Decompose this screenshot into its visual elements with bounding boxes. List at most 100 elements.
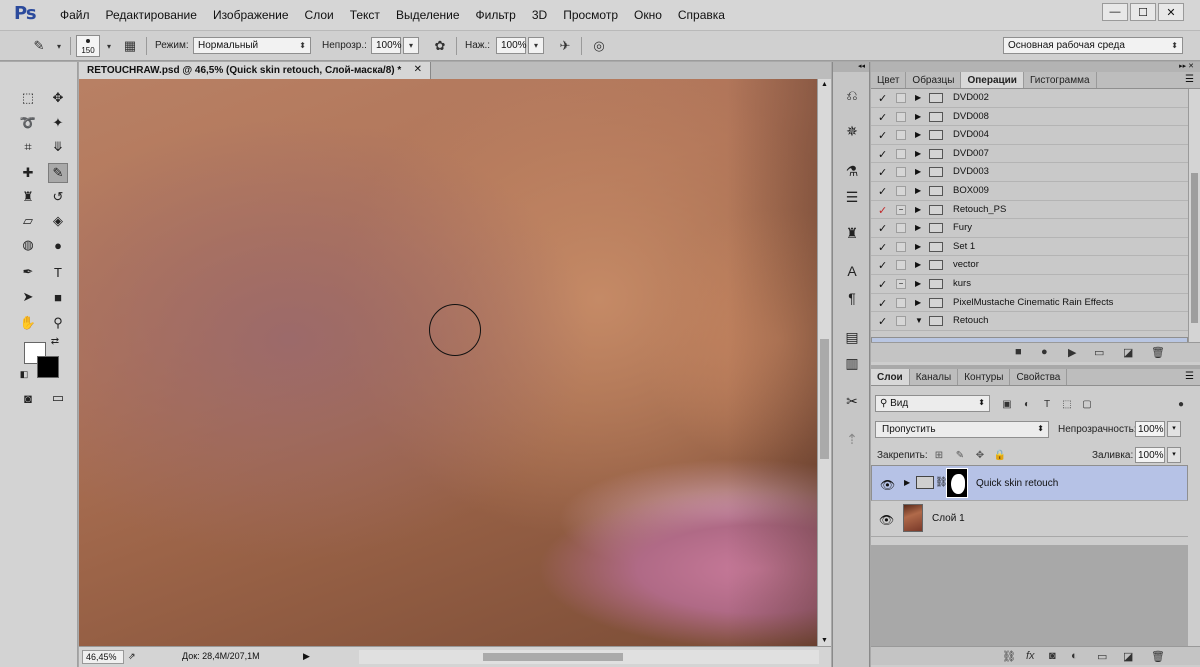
toggle-checkmark-icon[interactable]: ✓	[878, 111, 887, 124]
collapse-arrow-icon[interactable]: ▼	[915, 316, 923, 325]
brush-picker-dropdown-icon[interactable]: ▾	[100, 38, 118, 54]
lasso-tool-icon[interactable]: ➰	[18, 113, 38, 133]
expand-arrow-icon[interactable]: ▶	[915, 149, 921, 158]
flow-input[interactable]: 100%	[496, 37, 527, 54]
minimize-icon[interactable]: —	[1102, 3, 1128, 21]
history-panel-icon[interactable]: ⎌	[841, 84, 863, 106]
dock-collapse-icon[interactable]: ◂◂	[833, 62, 869, 72]
dialog-toggle-icon[interactable]	[896, 223, 906, 234]
filter-pixel-icon[interactable]: ▣	[999, 396, 1015, 412]
default-colors-icon[interactable]: ◧	[18, 368, 30, 380]
tab-paths[interactable]: Контуры	[958, 369, 1011, 385]
panel-collapse-icon[interactable]: ▸▸ ✕	[871, 62, 1200, 72]
menu-file[interactable]: Файл	[52, 8, 98, 22]
menu-window[interactable]: Окно	[626, 8, 670, 22]
action-set-row[interactable]: ✓ ▶ PixelMustache Cinematic Rain Effects	[871, 294, 1188, 313]
path-selection-tool-icon[interactable]: ➤	[18, 287, 38, 307]
record-icon[interactable]: ●	[1041, 346, 1048, 358]
eyedropper-tool-icon[interactable]: ⤋	[48, 137, 68, 157]
toggle-checkmark-icon[interactable]: ✓	[878, 315, 887, 328]
menu-image[interactable]: Изображение	[205, 8, 297, 22]
filter-smart-object-icon[interactable]: ▢	[1079, 396, 1095, 412]
scroll-down-icon[interactable]: ▼	[821, 637, 828, 644]
blur-tool-icon[interactable]: ◍	[18, 235, 38, 255]
tab-properties[interactable]: Свойства	[1010, 369, 1068, 385]
close-icon[interactable]: ✕	[1158, 3, 1184, 21]
filter-toggle-icon[interactable]: ●	[1173, 396, 1189, 412]
background-color-swatch[interactable]	[37, 356, 59, 378]
rectangle-tool-icon[interactable]: ■	[48, 287, 68, 307]
move-tool-icon[interactable]: ✥	[48, 88, 68, 108]
dialog-toggle-icon[interactable]: −	[896, 204, 906, 215]
expand-arrow-icon[interactable]: ▶	[915, 93, 921, 102]
chevron-down-icon[interactable]: ▾	[1167, 421, 1181, 437]
brush-tool-icon[interactable]: ✎	[48, 163, 68, 183]
layer-mask-thumbnail[interactable]	[946, 468, 968, 498]
pressure-opacity-icon[interactable]: ✿	[431, 38, 449, 54]
adjustment-layer-icon[interactable]: ◐	[1071, 650, 1078, 662]
dialog-toggle-icon[interactable]	[896, 185, 906, 196]
toggle-checkmark-icon[interactable]: ✓	[878, 148, 887, 161]
dialog-toggle-icon[interactable]	[896, 260, 906, 271]
trash-icon[interactable]: 🗑	[1151, 650, 1165, 663]
new-layer-icon[interactable]: ◪	[1123, 650, 1133, 663]
lock-position-icon[interactable]: ✥	[973, 448, 987, 462]
filter-adjustment-icon[interactable]: ◐	[1019, 396, 1035, 412]
toggle-checkmark-icon[interactable]: ✓	[878, 185, 887, 198]
scroll-thumb[interactable]	[820, 339, 829, 459]
lock-transparency-icon[interactable]: ⊞	[932, 448, 946, 462]
new-action-icon[interactable]: ◪	[1123, 346, 1133, 359]
toggle-checkmark-icon[interactable]: ✓	[878, 166, 887, 179]
filter-shape-icon[interactable]: ⬚	[1059, 396, 1075, 412]
crop-tool-icon[interactable]: ⌗	[18, 137, 38, 157]
screen-mode-icon[interactable]: ▭	[48, 388, 68, 408]
expand-arrow-icon[interactable]: ▶	[915, 298, 921, 307]
pen-tool-icon[interactable]: ✒	[18, 262, 38, 282]
dodge-tool-icon[interactable]: ●	[48, 235, 68, 255]
layer-filter-select[interactable]: ⚲ Вид ⬍	[875, 395, 990, 412]
swap-colors-icon[interactable]: ⇄	[48, 334, 62, 348]
fill-input[interactable]: 100%	[1135, 447, 1165, 463]
toggle-checkmark-icon[interactable]: ✓	[878, 204, 887, 217]
dialog-toggle-icon[interactable]	[896, 167, 906, 178]
eraser-tool-icon[interactable]: ▱	[18, 211, 38, 231]
marquee-tool-icon[interactable]: ⬚	[18, 88, 38, 108]
action-set-row[interactable]: ✓ ▶ DVD004	[871, 126, 1188, 145]
action-set-row[interactable]: ✓ ▶ DVD008	[871, 108, 1188, 127]
expand-arrow-icon[interactable]: ▶	[915, 242, 921, 251]
menu-filter[interactable]: Фильтр	[468, 8, 524, 22]
close-icon[interactable]: ✕	[414, 64, 422, 75]
adjustments-panel-icon[interactable]: ☰	[841, 186, 863, 208]
dialog-toggle-icon[interactable]	[896, 241, 906, 252]
vertical-scrollbar[interactable]: ▲ ▼	[817, 79, 831, 646]
panel-menu-icon[interactable]: ☰	[1185, 74, 1194, 85]
toggle-checkmark-icon[interactable]: ✓	[878, 129, 887, 142]
dialog-toggle-icon[interactable]	[896, 111, 906, 122]
zoom-field[interactable]: 46,45%	[82, 650, 124, 664]
menu-select[interactable]: Выделение	[388, 8, 468, 22]
zoom-tool-icon[interactable]: ⚲	[48, 313, 68, 333]
opacity-dropdown[interactable]: ▾	[403, 37, 419, 54]
layer-row-pixel[interactable]: 👁 Слой 1	[871, 501, 1188, 537]
brush-size-picker[interactable]: 150	[76, 35, 100, 57]
lock-pixels-icon[interactable]: ✎	[953, 448, 967, 462]
dialog-toggle-icon[interactable]	[896, 93, 906, 103]
brush-presets-panel-icon[interactable]: ⚗	[841, 160, 863, 182]
paragraph-panel-icon[interactable]: ¶	[841, 287, 863, 309]
menu-help[interactable]: Справка	[670, 8, 733, 22]
airbrush-icon[interactable]: ✈	[556, 38, 574, 54]
actions-scrollbar[interactable]	[1188, 89, 1200, 342]
play-icon[interactable]: ▶	[1068, 346, 1076, 359]
history-brush-tool-icon[interactable]: ↺	[48, 187, 68, 207]
menu-type[interactable]: Текст	[342, 8, 388, 22]
visibility-eye-icon[interactable]: 👁	[879, 513, 894, 527]
hand-tool-icon[interactable]: ✋	[18, 313, 38, 333]
visibility-eye-icon[interactable]: 👁	[880, 478, 895, 492]
new-group-icon[interactable]: ▭	[1097, 650, 1107, 663]
scroll-thumb[interactable]	[483, 653, 623, 661]
action-set-row[interactable]: ✓ ▶ vector	[871, 256, 1188, 275]
tab-channels[interactable]: Каналы	[910, 369, 959, 385]
dialog-toggle-icon[interactable]	[896, 316, 906, 327]
toggle-checkmark-icon[interactable]: ✓	[878, 297, 887, 310]
healing-brush-tool-icon[interactable]: ✚	[18, 163, 38, 183]
